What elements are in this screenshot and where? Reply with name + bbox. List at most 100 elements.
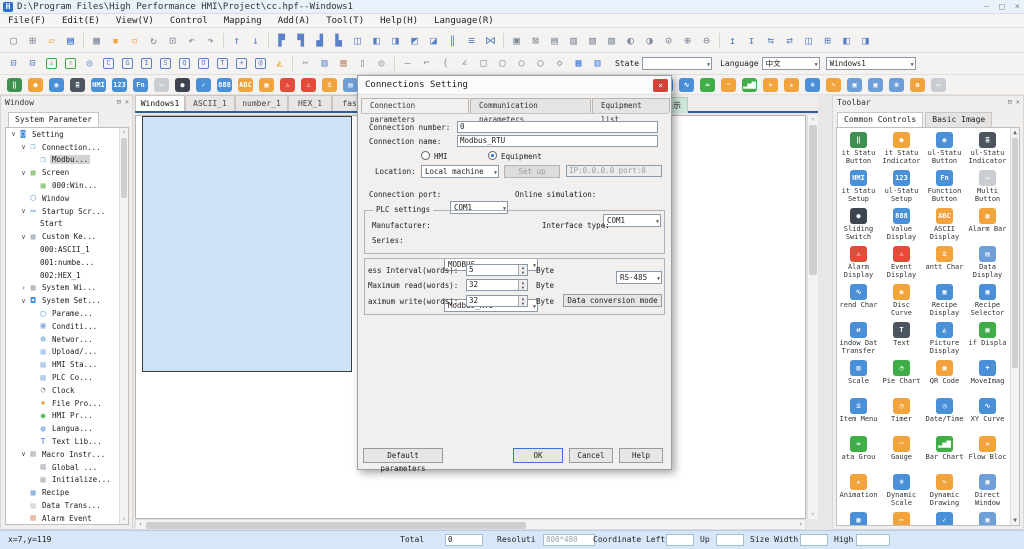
align-right-icon[interactable]: ▟ [310,31,329,49]
toolbox-item-gauge[interactable]: ◠Gauge [880,434,923,472]
toolbox-item-it-statu-indicator[interactable]: ●it Statu Indicator [880,130,923,168]
ascii-display-icon[interactable]: ABC [235,76,256,94]
cancel-button[interactable]: Cancel [569,448,613,463]
bit-status-setup-icon[interactable]: HMI [88,76,109,94]
toolbox-item-item-menu[interactable]: ≡Item Menu [837,396,880,434]
save-icon[interactable]: ▤ [61,31,80,49]
swap-right-icon[interactable]: ⇄ [780,31,799,49]
doc-tab-hex-1[interactable]: HEX_1 [288,95,332,111]
scroll-up-icon[interactable]: ˄ [808,115,818,124]
connection-number-input[interactable]: 0 [457,121,658,133]
distribute-icon[interactable]: ⋈ [481,31,500,49]
align-top-icon[interactable]: ▙ [329,31,348,49]
data-conversion-mode-button[interactable]: Data conversion mode [563,294,662,307]
doc-tab-number-1[interactable]: number_1 [235,95,288,111]
dock-left-icon[interactable]: ◧ [837,31,856,49]
zoom-icon[interactable]: ⊙ [659,31,678,49]
move-up-icon[interactable]: ↑ [227,31,246,49]
tree-item-data-trans[interactable]: ▨Data Trans... [6,499,128,512]
object-o-icon[interactable]: O [194,55,213,73]
align-bottom-icon[interactable]: ◧ [367,31,386,49]
toolbox-item-timer[interactable]: ◔Timer [880,396,923,434]
scroll-down-icon[interactable]: ˅ [808,510,818,519]
function-button-icon[interactable]: Fn [130,76,151,94]
toolbox-tab-common-controls[interactable]: Common Controls [837,112,923,127]
tree-item-text-lib[interactable]: TText Lib... [6,435,128,448]
center-horizontal-icon[interactable]: ∥ [443,31,462,49]
interval-input[interactable]: 5 ▲▼ [466,264,528,276]
flow-block-icon[interactable]: » [760,76,781,94]
toolbox-item-antt-char[interactable]: ≡antt Char [923,244,966,282]
round-rect-tool-icon[interactable]: ▢ [493,55,512,73]
tree-item-global[interactable]: ▤Global ... [6,461,128,474]
new-file-icon[interactable]: ▢ [4,31,23,49]
toolbox-item-value-display[interactable]: 888Value Display [880,206,923,244]
gauge-icon[interactable]: ◠ [718,76,739,94]
close-icon[interactable]: × [1015,0,1020,14]
same-width-icon[interactable]: ◨ [386,31,405,49]
scroll-up-icon[interactable]: ˄ [120,128,128,137]
align-center-h-icon[interactable]: ▜ [291,31,310,49]
hmi-online-icon[interactable]: ⊟ [23,55,42,73]
check-list-icon[interactable]: ✓ [193,76,214,94]
toolbox-item-ata-grou[interactable]: ≈ata Grou [837,434,880,472]
copy-icon[interactable]: ▥ [315,55,334,73]
language-select[interactable]: 中文▼ [762,57,820,70]
location-select[interactable]: Local machine▼ [421,165,499,178]
help-button[interactable]: Help [619,448,663,463]
default-parameters-button[interactable]: Default parameters [363,448,443,463]
spinner-icon[interactable]: ▲▼ [518,296,527,306]
delete-icon[interactable]: ▯ [353,55,372,73]
circle-tool-icon[interactable]: ◯ [531,55,550,73]
bring-front-icon[interactable]: ▤ [545,31,564,49]
hmi-offline-icon[interactable]: ⊟ [4,55,23,73]
toolbox-item-clipped[interactable]: ✓ [923,510,966,525]
toolbox-item-sliding-switch[interactable]: ●Sliding Switch [837,206,880,244]
compile-c-icon[interactable]: C [99,55,118,73]
menu-view-v[interactable]: View(V) [108,14,162,28]
tree-item-conditi[interactable]: ▣Conditi... [6,320,128,333]
center-vertical-icon[interactable]: ≡ [462,31,481,49]
tree-item-recipe[interactable]: ▦Recipe [6,486,128,499]
toolbox-item-recipe-selector[interactable]: ▣Recipe Selector [966,282,1009,320]
toolbox-item-data-display[interactable]: ▤Data Display [966,244,1009,282]
toolbox-item-alarm-display[interactable]: ⚠Alarm Display [837,244,880,282]
toolbox-item-recipe-display[interactable]: ▣Recipe Display [923,282,966,320]
preview-q-icon[interactable]: Q [175,55,194,73]
toolbox-item-ul-statu-button[interactable]: ◉ul-Statu Button [923,130,966,168]
toolbox-scrollbar[interactable]: ▲ ▼ [1010,128,1019,525]
compile-g-icon[interactable]: G [118,55,137,73]
dock-right-icon[interactable]: ◨ [856,31,875,49]
tree-scrollbar[interactable]: ˄ ˅ [119,128,128,524]
layer-up-icon[interactable]: ▧ [583,31,602,49]
close-icon[interactable]: ✕ [125,96,129,109]
toolbox-item-multi-button[interactable]: ▭Multi Button [966,168,1009,206]
animation-icon[interactable]: ★ [781,76,802,94]
max-write-input[interactable]: 32 ▲▼ [466,295,528,307]
tree-item-window[interactable]: ▢Window [6,192,128,205]
xy-curve-icon[interactable]: ∿ [676,76,697,94]
line-tool-icon[interactable]: — [398,55,417,73]
toolbox-item-dynamic-drawing[interactable]: ✎Dynamic Drawing [923,472,966,510]
tree-item-hmi-sta[interactable]: ▤HMI Sta... [6,358,128,371]
menu-control[interactable]: Control [162,14,216,28]
radio-hmi[interactable] [421,151,430,160]
toolbox-item-ascii-display[interactable]: ABCASCII Display [923,206,966,244]
menu-add-a[interactable]: Add(A) [270,14,319,28]
doc-tab-ascii-1[interactable]: ASCII_1 [185,95,235,111]
tree-item-langua[interactable]: ◍Langua... [6,422,128,435]
tree-item-networ[interactable]: ◍Networ... [6,333,128,346]
pin-icon[interactable]: ⊟ [1008,96,1012,109]
max-read-input[interactable]: 32 ▲▼ [466,279,528,291]
toolbox-item-ul-statu-setup[interactable]: 123ul-Statu Setup [880,168,923,206]
toolbox-item-event-display[interactable]: ⚠Event Display [880,244,923,282]
close-icon[interactable]: ✕ [1016,96,1020,109]
scroll-down-icon[interactable]: ˅ [120,515,128,524]
tree-item-parame[interactable]: ▢Parame... [6,307,128,320]
picture-library-icon[interactable]: ◭ [270,55,289,73]
toolbox-item-flow-bloc[interactable]: »Flow Bloc [966,434,1009,472]
menu-help-h[interactable]: Help(H) [372,14,426,28]
tree-item-upload[interactable]: ▤Upload/... [6,346,128,359]
toolbox-item-function-button[interactable]: FnFunction Button [923,168,966,206]
mul-status-setup-icon[interactable]: 123 [109,76,130,94]
